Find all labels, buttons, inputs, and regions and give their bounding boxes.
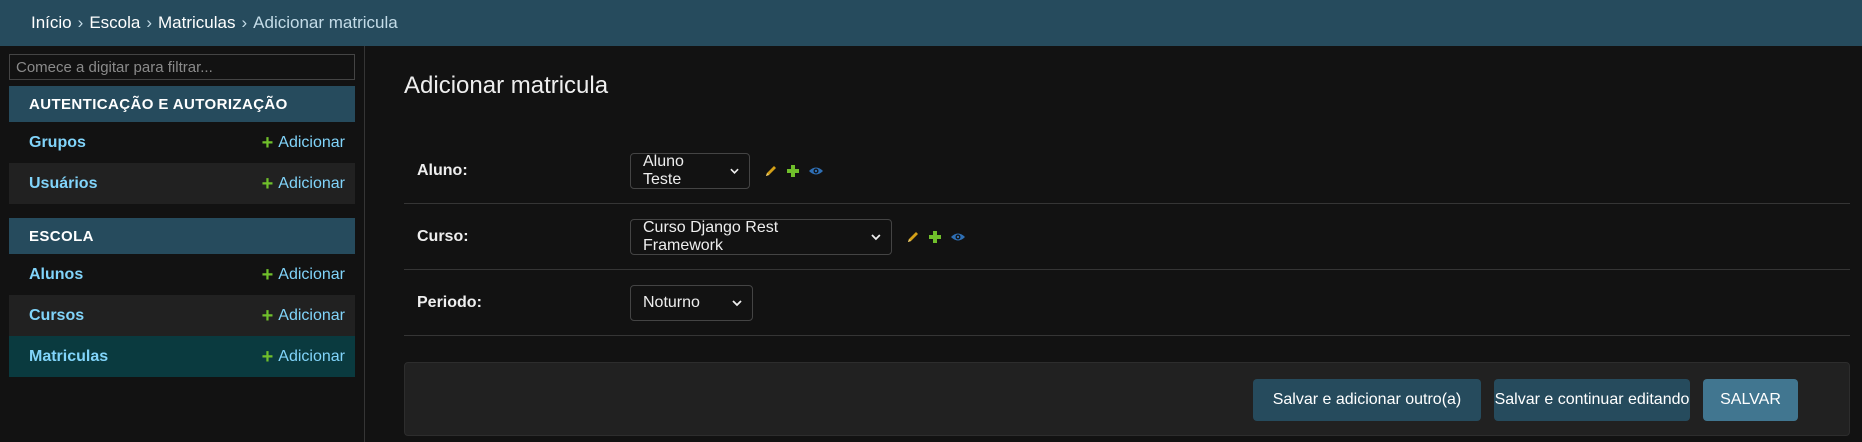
plus-icon: + [261, 263, 274, 286]
page-title: Adicionar matricula [404, 72, 609, 99]
module-header[interactable]: AUTENTICAÇÃO E AUTORIZAÇÃO [9, 86, 355, 122]
plus-icon: + [261, 172, 274, 195]
form-row-aluno: Aluno: Aluno Teste [404, 138, 1850, 204]
curso-field: Curso Django Rest Framework [630, 218, 974, 255]
periodo-select-value: Noturno [643, 293, 700, 311]
module-escola: ESCOLA Alunos + Adicionar Cursos + Adicion… [9, 218, 355, 377]
aluno-field: Aluno Teste [630, 152, 832, 189]
add-usuarios-link[interactable]: + Adicionar [262, 174, 345, 194]
module-auth: AUTENTICAÇÃO E AUTORIZAÇÃO Grupos + Adici… [9, 86, 355, 204]
curso-select[interactable]: Curso Django Rest Framework [630, 218, 892, 255]
model-link-alunos[interactable]: Alunos [29, 266, 83, 284]
add-matriculas-link[interactable]: + Adicionar [262, 347, 345, 367]
aluno-label: Aluno: [417, 161, 468, 179]
breadcrumb-matriculas[interactable]: Matriculas [158, 13, 235, 33]
sidebar-item-alunos: Alunos + Adicionar [9, 254, 355, 295]
add-cursos-link[interactable]: + Adicionar [262, 306, 345, 326]
add-label: Adicionar [278, 133, 345, 151]
curso-select-value: Curso Django Rest Framework [643, 218, 779, 254]
model-link-matriculas[interactable]: Matriculas [29, 348, 108, 366]
module-header[interactable]: ESCOLA [9, 218, 355, 254]
add-label: Adicionar [278, 174, 345, 192]
curso-related-icons [906, 230, 974, 244]
breadcrumb-current: Adicionar matricula [253, 13, 398, 32]
pencil-icon[interactable] [764, 164, 778, 178]
save-button[interactable]: SALVAR [1703, 379, 1798, 421]
chevron-down-icon [730, 168, 739, 174]
model-link-grupos[interactable]: Grupos [29, 134, 86, 152]
plus-icon[interactable] [928, 230, 942, 244]
plus-icon[interactable] [786, 164, 800, 178]
model-link-usuarios[interactable]: Usuários [29, 175, 97, 193]
plus-icon: + [261, 345, 274, 368]
submit-row: Salvar e adicionar outro(a) Salvar e con… [404, 362, 1850, 436]
save-and-continue-button[interactable]: Salvar e continuar editando [1494, 379, 1690, 421]
sidebar-item-cursos: Cursos + Adicionar [9, 295, 355, 336]
chevron-down-icon [732, 299, 742, 306]
periodo-field: Noturno [630, 284, 753, 321]
sidebar-nav: AUTENTICAÇÃO E AUTORIZAÇÃO Grupos +Adici… [0, 46, 365, 442]
pencil-icon[interactable] [906, 230, 920, 244]
breadcrumb-separator: › [146, 13, 153, 32]
aluno-related-icons [764, 164, 832, 178]
aluno-select[interactable]: Aluno Teste [630, 152, 750, 189]
periodo-select[interactable]: Noturno [630, 284, 753, 321]
sidebar-item-usuarios: Usuários + Adicionar [9, 163, 355, 204]
sidebar-item-grupos: Grupos + Adicionar [9, 122, 355, 163]
sidebar-item-matriculas: Matriculas + Adicionar [9, 336, 355, 377]
add-label: Adicionar [278, 306, 345, 324]
chevron-down-icon [871, 233, 881, 240]
form-row-periodo: Periodo: Noturno [404, 270, 1850, 336]
save-and-add-another-button[interactable]: Salvar e adicionar outro(a) [1253, 379, 1481, 421]
plus-icon: + [261, 131, 274, 154]
eye-icon[interactable] [808, 164, 824, 178]
breadcrumb-separator: › [241, 13, 248, 32]
aluno-select-value: Aluno Teste [643, 152, 684, 188]
periodo-label: Periodo: [417, 293, 482, 311]
add-label: Adicionar [278, 347, 345, 365]
breadcrumb-home[interactable]: Início [31, 13, 72, 33]
plus-icon: + [261, 304, 274, 327]
model-link-cursos[interactable]: Cursos [29, 307, 84, 325]
add-alunos-link[interactable]: + Adicionar [262, 265, 345, 285]
curso-label: Curso: [417, 227, 469, 245]
breadcrumb: Início › Escola › Matriculas › Adicionar… [0, 0, 1862, 46]
breadcrumb-escola[interactable]: Escola [89, 13, 140, 33]
add-grupos-link[interactable]: + Adicionar [262, 133, 345, 153]
sidebar-filter-input[interactable] [9, 54, 355, 80]
breadcrumb-separator: › [77, 13, 84, 32]
eye-icon[interactable] [950, 230, 966, 244]
add-label: Adicionar [278, 265, 345, 283]
form-row-curso: Curso: Curso Django Rest Framework [404, 204, 1850, 270]
